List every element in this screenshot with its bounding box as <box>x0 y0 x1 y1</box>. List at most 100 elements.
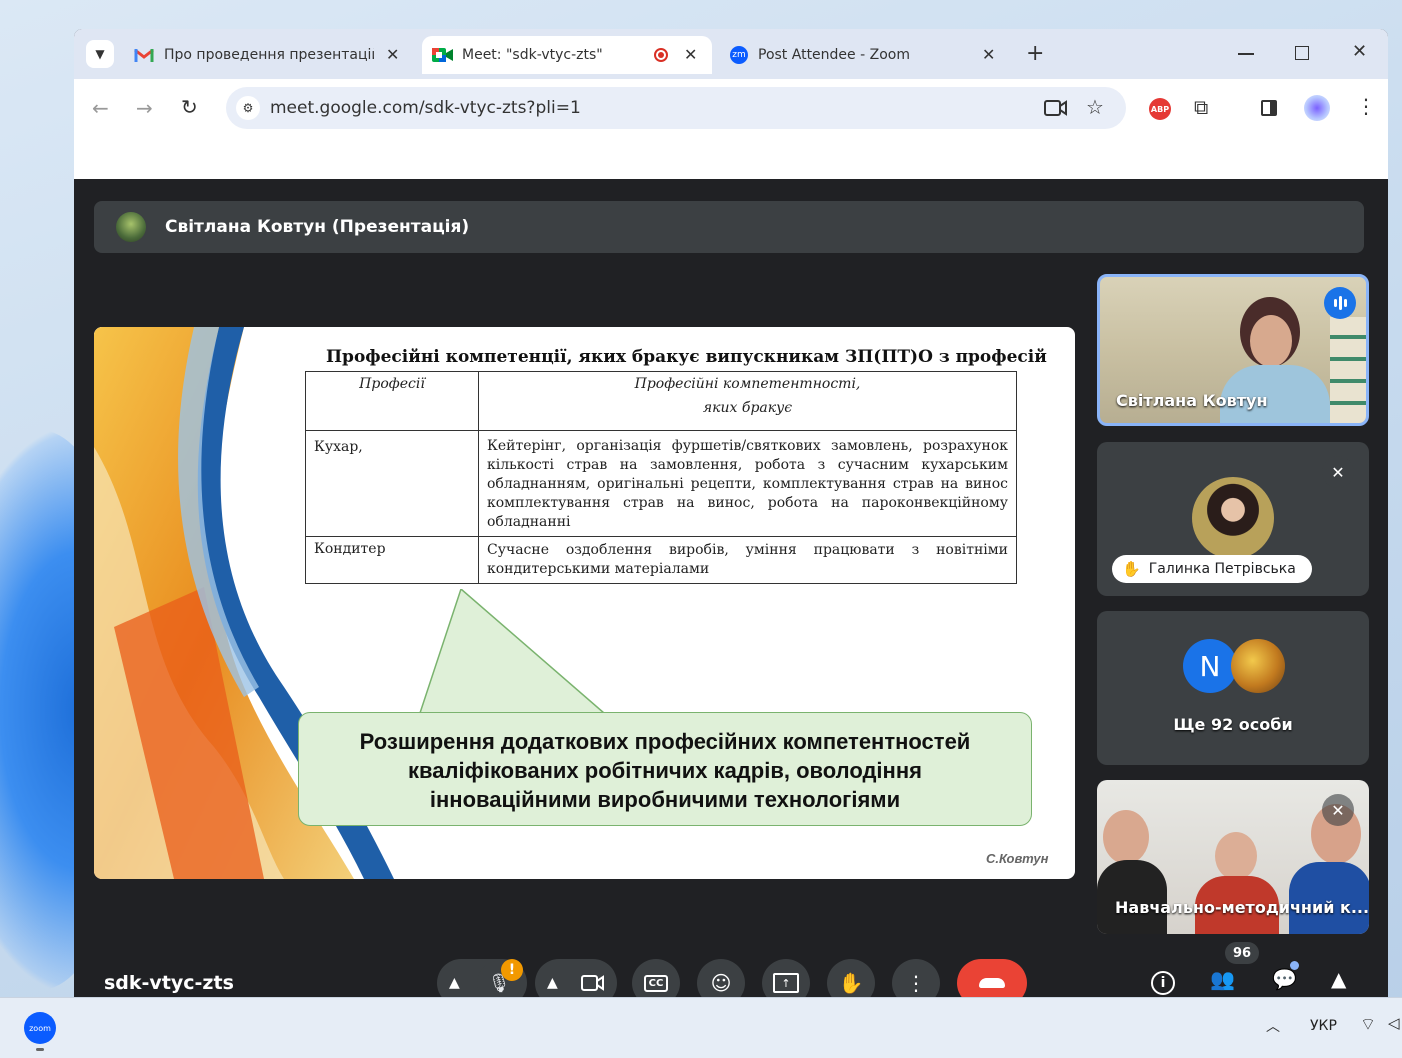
slide-title: Професійні компетенції, яких бракує випу… <box>326 347 1047 367</box>
more-vert-icon: ⋮ <box>906 971 926 995</box>
callout-line: інноваційними виробничими технологіями <box>429 787 901 812</box>
callout-line: Розширення додаткових професійних компет… <box>359 729 971 754</box>
presenter-name: Світлана Ковтун (Презентація) <box>165 217 470 237</box>
taskbar-running-indicator <box>36 1048 44 1051</box>
avatar <box>116 212 146 242</box>
header-profession: Професії <box>305 371 479 431</box>
raised-hand-icon: ✋ <box>1122 560 1141 578</box>
header-competences: Професійні компетентності, яких бракує <box>478 371 1017 431</box>
zoom-icon: zm <box>730 46 748 64</box>
reload-icon[interactable]: ↻ <box>181 95 198 119</box>
tab-title: Про проведення презентацій <box>164 47 374 63</box>
participant-name-chip: ✋ Галинка Петрівська <box>1112 555 1312 583</box>
close-tab-icon[interactable]: ✕ <box>982 45 995 64</box>
audio-options-chevron-icon[interactable]: ▲ <box>449 975 460 991</box>
input-language[interactable]: УКР <box>1310 1018 1337 1034</box>
tile-name: Галинка Петрівська <box>1148 561 1296 577</box>
slide-author: С.Ковтун <box>986 851 1049 866</box>
google-meet-icon <box>432 48 453 62</box>
meeting-code: sdk-vtyc-zts <box>104 972 234 994</box>
present-screen-icon: ↑ <box>773 973 799 993</box>
site-settings-icon[interactable]: ⚙ <box>236 96 260 120</box>
table-header-row: Професії Професійні компетентності, яких… <box>305 371 1017 431</box>
profile-avatar[interactable] <box>1304 95 1330 121</box>
tab-title: Meet: "sdk-vtyc-zts" <box>462 47 603 63</box>
participants-count-badge: 96 <box>1225 942 1259 964</box>
tab-zoom[interactable]: zm Post Attendee - Zoom ✕ <box>720 36 1010 74</box>
tab-strip: ▼ Про проведення презентацій ✕ Meet: "sd… <box>74 29 1388 79</box>
tab-meet[interactable]: Meet: "sdk-vtyc-zts" ✕ <box>422 36 712 74</box>
browser-window: ▼ Про проведення презентацій ✕ Meet: "sd… <box>74 29 1388 999</box>
hang-up-icon <box>979 978 1005 988</box>
taskbar: zoom ︿ УКР ⌔ ◁ <box>0 997 1402 1058</box>
tab-title: Post Attendee - Zoom <box>758 47 910 63</box>
present-button[interactable]: ↑ <box>762 959 810 999</box>
callout-line: кваліфікованих робітничих кадрів, оволод… <box>408 758 922 783</box>
avatar <box>1231 639 1285 693</box>
participant-tile[interactable]: ✕ Навчально-методичний к... <box>1097 780 1369 934</box>
people-icon[interactable]: 👥 <box>1210 967 1235 991</box>
callout-box: Розширення додаткових професійних компет… <box>298 712 1032 826</box>
minimize-icon[interactable] <box>1238 53 1254 55</box>
mic-off-icon: ✕ <box>1322 456 1354 488</box>
show-hidden-icons-chevron-icon[interactable]: ︿ <box>1266 1016 1280 1036</box>
forward-arrow-icon[interactable]: → <box>136 96 153 120</box>
chat-icon[interactable]: 💬 <box>1272 967 1297 991</box>
row-profession: Кухар, <box>305 430 479 537</box>
table-row: Кухар, Кейтерінг, організація фуршетів/с… <box>305 430 1017 537</box>
reactions-button[interactable]: ☺ <box>697 959 745 999</box>
close-window-icon[interactable]: ✕ <box>1352 41 1367 62</box>
chat-notification-dot <box>1290 961 1299 970</box>
gmail-icon <box>134 48 154 62</box>
activities-icon[interactable]: ▲ <box>1331 967 1346 991</box>
participant-tile[interactable]: ✕ ✋ Галинка Петрівська <box>1097 442 1369 596</box>
table-row: Кондитер Сучасне оздоблення виробів, умі… <box>305 536 1017 584</box>
video-options-chevron-icon[interactable]: ▲ <box>547 975 558 991</box>
header-competences-line2: яких бракує <box>702 400 793 416</box>
recording-icon <box>654 48 668 62</box>
emoji-icon: ☺ <box>710 971 732 995</box>
captions-button[interactable]: CC <box>632 959 680 999</box>
mic-off-icon: ✕ <box>1322 794 1354 826</box>
tile-name: Навчально-методичний к... <box>1115 898 1369 917</box>
row-competences: Кейтерінг, організація фуршетів/святкови… <box>478 430 1017 537</box>
avatar: N <box>1183 639 1237 693</box>
maximize-icon[interactable] <box>1295 46 1309 60</box>
leave-call-button[interactable] <box>957 959 1027 999</box>
close-tab-icon[interactable]: ✕ <box>386 45 399 64</box>
new-tab-icon[interactable]: + <box>1026 41 1044 66</box>
row-competences: Сучасне оздоблення виробів, уміння працю… <box>478 536 1017 584</box>
others-tile[interactable]: N Ще 92 особи <box>1097 611 1369 765</box>
wifi-icon[interactable]: ⌔ <box>1360 1014 1376 1035</box>
side-panel-icon[interactable] <box>1261 100 1277 116</box>
address-bar[interactable]: ⚙ meet.google.com/sdk-vtyc-zts?pli=1 ☆ <box>226 87 1126 129</box>
speaking-indicator-icon <box>1324 287 1356 319</box>
presentation-slide: Професійні компетенції, яких бракує випу… <box>94 327 1075 879</box>
tab-search-button[interactable]: ▼ <box>86 40 114 68</box>
adblock-icon[interactable]: ABP <box>1149 98 1171 120</box>
bookmark-star-icon[interactable]: ☆ <box>1086 95 1104 119</box>
volume-icon[interactable]: ◁ <box>1388 1014 1400 1032</box>
meeting-info-icon[interactable]: i <box>1151 971 1175 995</box>
chevron-down-icon: ▼ <box>95 47 105 61</box>
mic-warning-badge: ! <box>501 959 523 981</box>
header-competences-line1: Професійні компетентності, <box>634 376 861 392</box>
meet-area: Світлана Ковтун (Презентація) Професійні… <box>74 179 1388 999</box>
zoom-taskbar-icon[interactable]: zoom <box>24 1012 56 1044</box>
raise-hand-button[interactable]: ✋ <box>827 959 875 999</box>
back-arrow-icon[interactable]: ← <box>92 96 109 120</box>
camera-icon[interactable] <box>1044 99 1068 117</box>
bookshelf <box>1330 317 1366 423</box>
camera-button[interactable] <box>581 974 605 992</box>
more-options-button[interactable]: ⋮ <box>892 959 940 999</box>
url-text: meet.google.com/sdk-vtyc-zts?pli=1 <box>270 98 581 118</box>
menu-dots-icon[interactable]: ⋮ <box>1356 94 1376 118</box>
extensions-puzzle-icon[interactable]: ⧉ <box>1194 95 1208 119</box>
captions-icon: CC <box>643 974 669 992</box>
close-tab-icon[interactable]: ✕ <box>684 45 697 64</box>
tab-gmail[interactable]: Про проведення презентацій ✕ <box>124 36 414 74</box>
participant-tile-speaker[interactable]: Світлана Ковтун <box>1097 274 1369 426</box>
camera-control-group: ▲ <box>535 959 617 999</box>
browser-toolbar: ← → ↻ ⚙ meet.google.com/sdk-vtyc-zts?pli… <box>74 79 1388 179</box>
tile-name: Світлана Ковтун <box>1116 391 1268 410</box>
